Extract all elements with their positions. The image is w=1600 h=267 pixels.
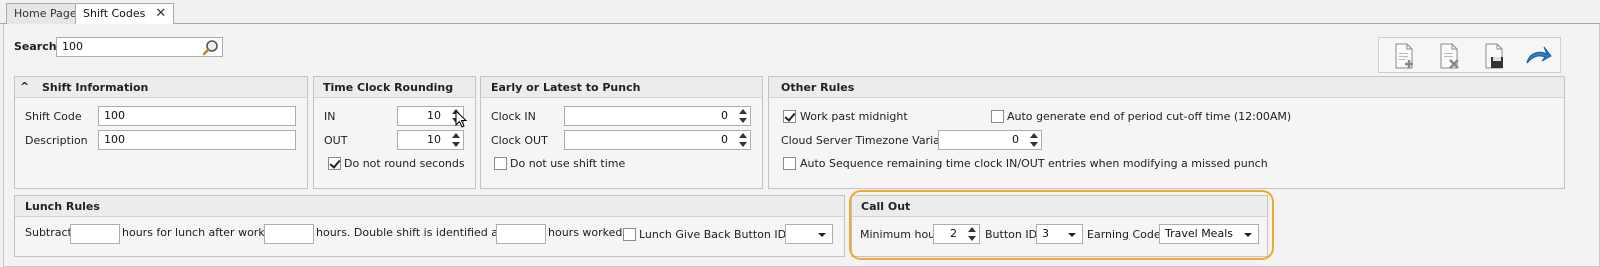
clock-out-label: Clock OUT	[491, 134, 548, 147]
group-header: Time Clock Rounding	[314, 77, 475, 98]
shift-code-label: Shift Code	[25, 110, 82, 123]
search-icon[interactable]	[202, 39, 220, 56]
undo-icon[interactable]	[1523, 41, 1553, 71]
lunch-button-id-select[interactable]	[785, 224, 833, 244]
shift-code-input[interactable]: 100	[98, 106, 296, 126]
rounding-in-label: IN	[324, 110, 336, 123]
group-title: Early or Latest to Punch	[491, 81, 641, 94]
clock-in-label: Clock IN	[491, 110, 536, 123]
lunch-give-back-checkbox[interactable]	[623, 228, 636, 241]
clock-out-input[interactable]: 0	[564, 130, 751, 150]
auto-generate-checkbox[interactable]	[991, 110, 1004, 123]
clock-in-input[interactable]: 0	[564, 106, 751, 126]
new-document-icon[interactable]	[1389, 41, 1419, 71]
spin-buttons[interactable]	[738, 108, 748, 124]
rounding-in-input[interactable]: 10	[397, 106, 464, 126]
call-out-highlight	[849, 190, 1274, 260]
group-header: Other Rules	[769, 77, 1564, 98]
description-input[interactable]: 100	[98, 130, 296, 150]
rounding-in-value: 10	[427, 109, 441, 122]
double-shift-input[interactable]	[496, 224, 546, 244]
mouse-cursor-icon	[455, 110, 468, 128]
collapse-icon[interactable]: ^	[20, 80, 29, 93]
double-shift-label: hours. Double shift is identified after	[316, 226, 518, 239]
auto-generate-label: Auto generate end of period cut-off time…	[1007, 110, 1292, 123]
tab-strip: Home Page Shift Codes ✕	[0, 0, 1600, 25]
timezone-label: Cloud Server Timezone Variance	[781, 134, 960, 147]
spin-buttons[interactable]	[1029, 132, 1039, 148]
no-shift-time-checkbox[interactable]	[494, 157, 507, 170]
no-round-seconds-checkbox[interactable]	[328, 157, 341, 170]
time-clock-rounding-group: Time Clock Rounding IN 10 OUT 10 Do not …	[313, 76, 476, 189]
no-round-seconds-label: Do not round seconds	[344, 157, 465, 170]
no-shift-time-label: Do not use shift time	[510, 157, 626, 170]
search-label: Search	[14, 40, 57, 53]
tab-label: Home Page	[14, 7, 77, 20]
group-title: Lunch Rules	[25, 200, 100, 213]
timezone-input[interactable]: 0	[938, 130, 1042, 150]
early-latest-punch-group: Early or Latest to Punch Clock IN 0 Cloc…	[480, 76, 763, 189]
shift-information-group: ^ Shift Information Shift Code 100 Descr…	[14, 76, 308, 189]
timezone-value: 0	[1012, 133, 1019, 146]
group-header: Early or Latest to Punch	[481, 77, 762, 98]
auto-sequence-label: Auto Sequence remaining time clock IN/OU…	[800, 157, 1268, 170]
clock-out-value: 0	[721, 133, 728, 146]
group-title: Shift Information	[42, 81, 149, 94]
lunch-give-back-label: Lunch Give Back	[639, 228, 731, 241]
lunch-button-id-label: Button ID	[734, 228, 787, 241]
hours-worked-label: hours worked.	[548, 226, 626, 239]
search-value: 100	[62, 40, 83, 53]
work-past-midnight-checkbox[interactable]	[783, 110, 796, 123]
save-icon[interactable]	[1479, 41, 1509, 71]
search-input[interactable]: 100	[56, 37, 223, 57]
lunch-rules-group: Lunch Rules Subtract hours for lunch aft…	[14, 195, 845, 257]
rounding-out-value: 10	[427, 133, 441, 146]
shift-code-value: 100	[104, 109, 125, 122]
rounding-out-input[interactable]: 10	[397, 130, 464, 150]
auto-sequence-checkbox[interactable]	[783, 157, 796, 170]
hours-after-working-label: hours for lunch after working	[122, 226, 282, 239]
group-title: Time Clock Rounding	[323, 81, 454, 94]
delete-document-icon[interactable]	[1434, 41, 1464, 71]
other-rules-group: Other Rules Work past midnight Auto gene…	[768, 76, 1565, 189]
rounding-out-label: OUT	[324, 134, 348, 147]
spin-buttons[interactable]	[451, 132, 461, 148]
description-value: 100	[104, 133, 125, 146]
work-past-midnight-label: Work past midnight	[800, 110, 908, 123]
spin-buttons[interactable]	[738, 132, 748, 148]
subtract-label: Subtract	[25, 226, 72, 239]
tab-label: Shift Codes	[83, 7, 146, 20]
lunch-hours-input[interactable]	[70, 224, 120, 244]
description-label: Description	[25, 134, 88, 147]
chevron-down-icon	[818, 233, 826, 237]
tab-shift-codes[interactable]: Shift Codes ✕	[75, 3, 175, 25]
tab-home-page[interactable]: Home Page	[6, 3, 85, 24]
close-icon[interactable]: ✕	[155, 6, 166, 21]
record-toolbar	[1378, 37, 1561, 73]
group-header: Lunch Rules	[15, 196, 844, 217]
group-header: ^ Shift Information	[15, 77, 307, 98]
group-title: Other Rules	[781, 81, 855, 94]
working-hours-input[interactable]	[264, 224, 314, 244]
clock-in-value: 0	[721, 109, 728, 122]
